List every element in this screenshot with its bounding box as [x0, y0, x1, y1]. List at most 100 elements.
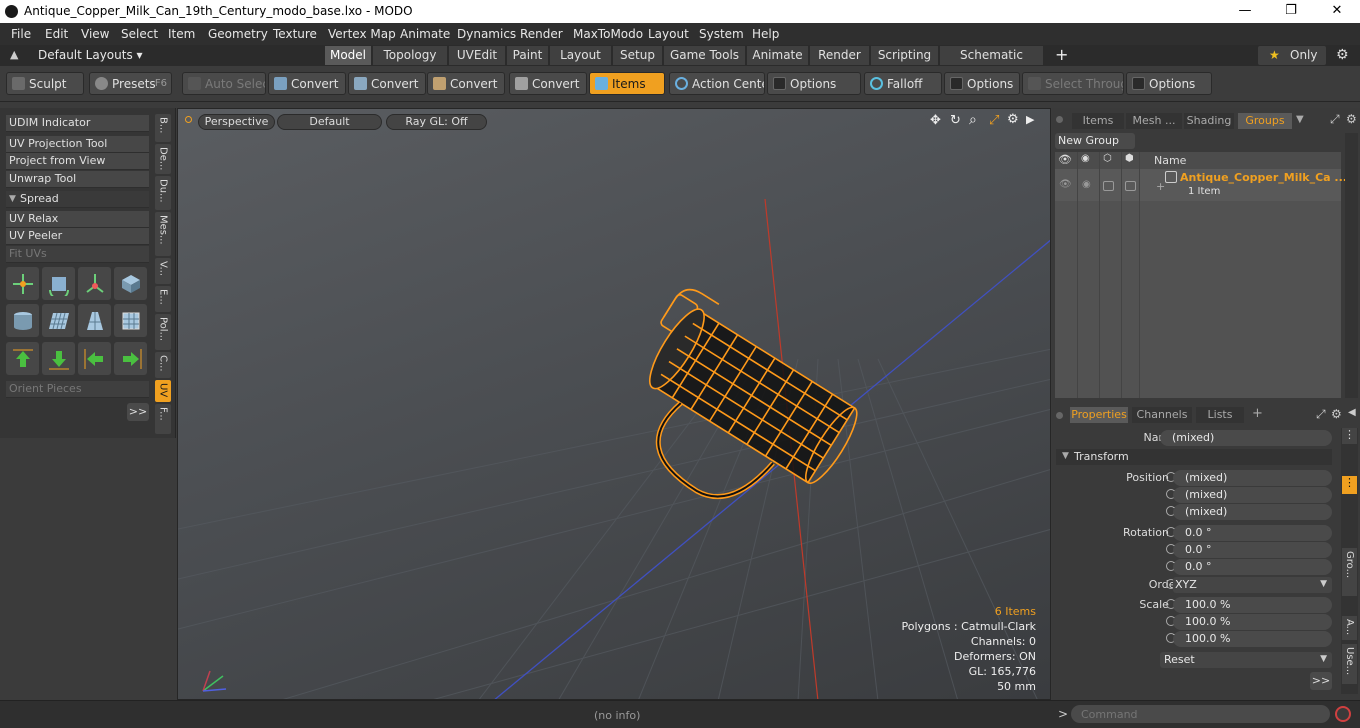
menu-layout[interactable]: Layout: [648, 27, 689, 41]
add-tab-icon[interactable]: +: [1252, 406, 1263, 421]
pan-icon[interactable]: ✥: [930, 113, 941, 128]
items-mode-button[interactable]: Items: [589, 72, 665, 95]
sculpt-button[interactable]: Sculpt: [6, 72, 84, 95]
uv-box-icon[interactable]: [114, 267, 147, 300]
record-macro-icon[interactable]: [1335, 706, 1351, 722]
vtab-polygon[interactable]: Pol...: [155, 314, 171, 350]
layout-arrow-icon[interactable]: ▲: [10, 48, 18, 61]
side-tab-user[interactable]: Use...: [1342, 644, 1357, 684]
group-row-selected[interactable]: 👁 ◉ + Antique_Copper_Milk_Ca ... 1 Item: [1055, 169, 1347, 201]
add-tab-button[interactable]: +: [1055, 45, 1068, 64]
fit-uvs-button[interactable]: Fit UVs: [6, 246, 149, 263]
select-through-options-button[interactable]: Options: [1126, 72, 1212, 95]
falloff-button[interactable]: Falloff: [864, 72, 942, 95]
scale-z-field[interactable]: 100.0 %: [1173, 631, 1332, 647]
viewport-settings-icon[interactable]: ⚙: [1007, 112, 1019, 127]
vtab-basic[interactable]: B...: [155, 114, 171, 142]
falloff-options-button[interactable]: Options: [944, 72, 1020, 95]
tab-channels[interactable]: Channels: [1132, 407, 1192, 423]
position-x-field[interactable]: (mixed): [1173, 470, 1332, 486]
tab-setup[interactable]: Setup: [613, 46, 663, 65]
default-shading-dropdown[interactable]: Default: [277, 114, 382, 130]
viewport-arrow-icon[interactable]: ▶: [1026, 113, 1034, 126]
side-tab-active[interactable]: ⋮: [1342, 476, 1357, 494]
auto-select-button[interactable]: Auto Select: [182, 72, 266, 95]
zoom-icon[interactable]: ⌕: [969, 112, 977, 128]
convert-edges-button[interactable]: Convert: [348, 72, 426, 95]
panel-menu-dot-icon[interactable]: [1056, 412, 1063, 419]
tab-topology[interactable]: Topology: [373, 46, 448, 65]
uv-peeler-button[interactable]: UV Peeler: [6, 228, 149, 245]
panel-arrow-icon[interactable]: ◀: [1348, 407, 1356, 418]
menu-help[interactable]: Help: [752, 27, 779, 41]
select-through-button[interactable]: Select Through: [1022, 72, 1124, 95]
uv-move-icon[interactable]: [6, 267, 39, 300]
convert-polygons-button[interactable]: Convert: [427, 72, 505, 95]
tab-game-tools[interactable]: Game Tools: [664, 46, 746, 65]
select-toggle-icon[interactable]: [1125, 181, 1136, 191]
reset-dropdown[interactable]: Reset ▼: [1160, 652, 1332, 668]
menu-edit[interactable]: Edit: [45, 27, 68, 41]
convert-materials-button[interactable]: Convert: [509, 72, 587, 95]
command-input[interactable]: [1071, 705, 1330, 723]
lock-toggle-icon[interactable]: [1103, 181, 1114, 191]
menu-select[interactable]: Select: [121, 27, 158, 41]
project-from-view-button[interactable]: Project from View: [6, 153, 149, 170]
tab-items[interactable]: Items: [1072, 113, 1124, 129]
menu-geometry[interactable]: Geometry: [208, 27, 268, 41]
eye-icon[interactable]: 👁: [1059, 179, 1072, 190]
position-z-field[interactable]: (mixed): [1173, 504, 1332, 520]
visibility-header-icon[interactable]: 👁: [1058, 153, 1072, 166]
vtab-vertex[interactable]: V...: [155, 258, 171, 284]
rotation-y-field[interactable]: 0.0 °: [1173, 542, 1332, 558]
orient-pieces-button[interactable]: Orient Pieces: [6, 381, 149, 398]
arrow-down-icon[interactable]: [42, 342, 75, 375]
only-toggle[interactable]: ★ Only: [1258, 46, 1326, 65]
close-button[interactable]: ✕: [1314, 0, 1360, 23]
new-group-button[interactable]: New Group: [1055, 133, 1135, 149]
tab-render[interactable]: Render: [810, 46, 870, 65]
menu-texture[interactable]: Texture: [273, 27, 317, 41]
groups-scrollbar[interactable]: [1345, 133, 1358, 398]
menu-dynamics[interactable]: Dynamics: [457, 27, 516, 41]
arrow-up-icon[interactable]: [6, 342, 39, 375]
expand-panel-icon[interactable]: ⤢: [1316, 407, 1326, 422]
select-header-icon[interactable]: ⬢: [1125, 153, 1134, 164]
side-tab-a[interactable]: A...: [1342, 616, 1357, 640]
tab-shading[interactable]: Shading: [1184, 113, 1234, 129]
action-center-button[interactable]: Action Center: [669, 72, 765, 95]
menu-item[interactable]: Item: [168, 27, 195, 41]
vtab-fusion[interactable]: F...: [155, 404, 171, 434]
menu-view[interactable]: View: [81, 27, 109, 41]
rotate-view-icon[interactable]: ↻: [950, 113, 961, 128]
properties-more-button[interactable]: >>: [1310, 672, 1332, 690]
presets-button[interactable]: Presets F6: [89, 72, 172, 95]
order-dropdown[interactable]: XYZ ▼: [1173, 577, 1332, 593]
tabs-dropdown-icon[interactable]: ▼: [1296, 114, 1304, 125]
tab-model[interactable]: Model: [325, 46, 372, 65]
side-tab-groups[interactable]: Gro...: [1342, 548, 1357, 596]
uv-planar-icon[interactable]: [42, 304, 75, 337]
tab-mesh[interactable]: Mesh ...: [1126, 113, 1182, 129]
render-header-icon[interactable]: ◉: [1081, 153, 1090, 164]
tab-schematic-fusion[interactable]: Schematic Fusion: [940, 46, 1044, 80]
expand-panel-icon[interactable]: ⤢: [1330, 112, 1340, 127]
arrow-left-icon[interactable]: [78, 342, 111, 375]
maximize-button[interactable]: ❐: [1268, 0, 1314, 23]
rotation-z-field[interactable]: 0.0 °: [1173, 559, 1332, 575]
spread-section[interactable]: ▼ Spread: [6, 191, 149, 208]
perspective-dropdown[interactable]: Perspective: [198, 114, 275, 130]
gear-icon[interactable]: ⚙: [1336, 47, 1349, 63]
expand-more-button[interactable]: >>: [127, 403, 149, 421]
tab-properties[interactable]: Properties: [1070, 407, 1128, 423]
vtab-mesh[interactable]: Mes...: [155, 212, 171, 256]
uv-rotate-icon[interactable]: [42, 267, 75, 300]
uv-transform-icon[interactable]: [78, 267, 111, 300]
menu-render[interactable]: Render: [520, 27, 563, 41]
tab-groups[interactable]: Groups: [1238, 113, 1292, 129]
tab-scripting[interactable]: Scripting: [871, 46, 939, 65]
action-center-options-button[interactable]: Options: [767, 72, 861, 95]
expand-plus-icon[interactable]: +: [1156, 180, 1165, 193]
menu-maxtomodo[interactable]: MaxToModo: [573, 27, 643, 41]
vtab-edge[interactable]: E...: [155, 286, 171, 312]
